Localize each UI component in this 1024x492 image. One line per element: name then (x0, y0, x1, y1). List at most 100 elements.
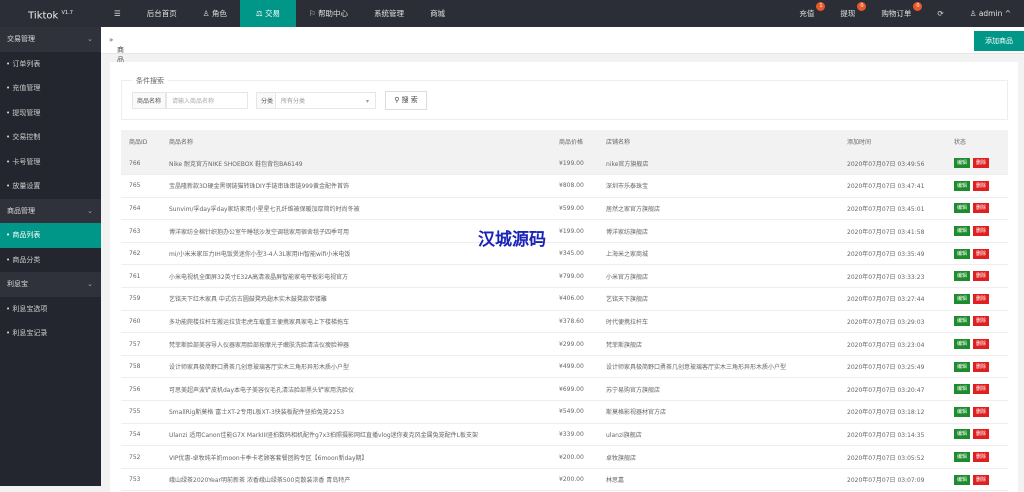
product-name-input[interactable]: 请输入商品名称 (166, 92, 248, 109)
nav-item[interactable]: 后台首页 (134, 0, 190, 27)
sidebar-item[interactable]: • 利息宝选项 (0, 297, 101, 322)
sidebar-item[interactable]: • 订单列表 (0, 52, 101, 77)
category-value: 所有分类 (281, 98, 306, 105)
sidebar-group[interactable]: 交易管理 ⌄ (0, 27, 101, 52)
table-row: 752 VIP优惠-卓牧纯羊奶moon卡季卡老顾客套餐团购专区【6moon新day… (121, 445, 1008, 469)
nav-item[interactable]: 商城 (417, 0, 458, 27)
nav-icon: ♙ (202, 9, 212, 18)
edit-button[interactable]: 编辑 (954, 384, 970, 395)
delete-button[interactable]: 删除 (973, 203, 989, 214)
delete-button[interactable]: 删除 (973, 248, 989, 259)
user-icon: ♙ (969, 9, 979, 18)
edit-button[interactable]: 编辑 (954, 226, 970, 237)
menu-toggle-icon[interactable]: ☰ (101, 0, 134, 27)
nav-item[interactable]: 系统管理 (361, 0, 417, 27)
edit-button[interactable]: 编辑 (954, 271, 970, 282)
sidebar-item-label: 商品列表 (12, 231, 41, 239)
column-header: 状态 (946, 130, 1008, 152)
edit-button[interactable]: 编辑 (954, 293, 970, 304)
nav-item-label: 帮助中心 (318, 9, 349, 18)
product-price: ¥699.00 (551, 377, 598, 402)
edit-button[interactable]: 编辑 (954, 158, 970, 169)
added-time: 2020年07月07日 03:33:23 (839, 264, 946, 289)
orders-link[interactable]: 购物订单 0 (868, 0, 924, 27)
recharge-label: 充值 (799, 9, 815, 18)
sidebar-item[interactable]: • 充值管理 (0, 76, 101, 101)
nav-item[interactable]: ⚖ 交易 (239, 0, 296, 27)
search-fieldset: 条件搜索 商品名称 请输入商品名称 分类 所有分类 ▾ ⚲ 搜 索 (121, 76, 1008, 120)
table-row: 765 宝晶隆新款3D硬金黑钢链猫转珠DIY手链串珠串链999黄金配件首饰 ¥808… (121, 174, 1008, 198)
sidebar-item[interactable]: • 商品分类 (0, 248, 101, 273)
chevron-down-icon: ⌄ (87, 280, 93, 288)
user-menu[interactable]: ♙ admin ^ (957, 0, 1024, 27)
edit-button[interactable]: 编辑 (954, 316, 970, 327)
nav-icon: ⚖ (255, 9, 265, 18)
store-name: 小米官方旗舰店 (598, 264, 839, 289)
delete-button[interactable]: 删除 (973, 158, 989, 169)
orders-label: 购物订单 (881, 9, 912, 18)
delete-button[interactable]: 删除 (973, 452, 989, 463)
sidebar-item[interactable]: • 提现管理 (0, 101, 101, 126)
edit-button[interactable]: 编辑 (954, 361, 970, 372)
edit-button[interactable]: 编辑 (954, 452, 970, 463)
store-name: 卓牧旗舰店 (598, 445, 839, 469)
nav-item[interactable]: ⚐ 帮助中心 (296, 0, 361, 27)
product-name: 可思美超声波铲皮机day本电子美容仪毛孔清洁脸部黑头铲家用洗脸仪 (161, 377, 551, 402)
sidebar-group[interactable]: 利息宝 ⌄ (0, 272, 101, 297)
sidebar-item[interactable]: • 卡号管理 (0, 150, 101, 175)
product-price: ¥808.00 (551, 174, 598, 198)
product-name: Ulanzi 适用Canon佳能G7X MarkIII竖拍数码相机配件g7x3拍… (161, 423, 551, 447)
edit-button[interactable]: 编辑 (954, 429, 970, 440)
breadcrumb: » 商品管理 (109, 36, 124, 84)
delete-button[interactable]: 删除 (973, 293, 989, 304)
delete-button[interactable]: 删除 (973, 316, 989, 327)
sidebar-item[interactable]: • 利息宝记录 (0, 321, 101, 346)
sidebar-item-label: 利息宝记录 (12, 329, 48, 337)
delete-button[interactable]: 删除 (973, 429, 989, 440)
table-row: 766 Nike 耐克官方NIKE SHOEBOX 鞋包背包BA6149 ¥199.… (121, 152, 1008, 176)
edit-button[interactable]: 编辑 (954, 248, 970, 259)
withdraw-link[interactable]: 提现 0 (827, 0, 868, 27)
nav-item[interactable]: ♙ 角色 (190, 0, 240, 27)
edit-button[interactable]: 编辑 (954, 180, 970, 191)
chevron-down-icon: ▾ (365, 98, 369, 105)
nav-item-label: 商城 (430, 9, 446, 18)
added-time: 2020年07月07日 03:49:56 (839, 152, 946, 176)
edit-button[interactable]: 编辑 (954, 339, 970, 350)
edit-button[interactable]: 编辑 (954, 474, 970, 485)
nav-item-label: 角色 (211, 9, 227, 18)
status-actions: 编辑 删除 (946, 400, 1008, 424)
product-price: ¥549.00 (551, 400, 598, 424)
store-name: 苏宁易购官方旗舰店 (598, 377, 839, 402)
delete-button[interactable]: 删除 (973, 361, 989, 372)
sidebar-group[interactable]: 商品管理 ⌄ (0, 198, 101, 223)
edit-button[interactable]: 编辑 (954, 203, 970, 214)
sidebar-item[interactable]: • 放量设置 (0, 174, 101, 199)
sidebar-item[interactable]: • 交易控制 (0, 125, 101, 150)
edit-button[interactable]: 编辑 (954, 406, 970, 417)
delete-button[interactable]: 删除 (973, 474, 989, 485)
recharge-link[interactable]: 充值 1 (786, 0, 827, 27)
search-button[interactable]: ⚲ 搜 索 (385, 91, 427, 110)
withdraw-badge: 0 (857, 2, 867, 11)
added-time: 2020年07月07日 03:07:09 (839, 468, 946, 492)
store-name: 时代便携拉杆车 (598, 310, 839, 334)
delete-button[interactable]: 删除 (973, 226, 989, 237)
delete-button[interactable]: 删除 (973, 271, 989, 282)
delete-button[interactable]: 删除 (973, 180, 989, 191)
add-product-button[interactable]: 添加商品 (974, 31, 1024, 51)
category-select[interactable]: 所有分类 ▾ (275, 92, 376, 109)
sidebar-item[interactable]: • 商品列表 (0, 223, 101, 248)
product-id: 752 (121, 445, 161, 469)
refresh-icon[interactable]: ⟳ (924, 0, 956, 27)
status-actions: 编辑 删除 (946, 355, 1008, 379)
product-price: ¥199.00 (551, 152, 598, 176)
column-header: 商品ID (121, 130, 161, 152)
added-time: 2020年07月07日 03:29:03 (839, 310, 946, 334)
delete-button[interactable]: 删除 (973, 384, 989, 395)
delete-button[interactable]: 删除 (973, 339, 989, 350)
product-id: 758 (121, 355, 161, 379)
delete-button[interactable]: 删除 (973, 406, 989, 417)
table-row: 764 Sunvim/孚day孚day家纺家用小星星七孔纤维被保暖加厚简约时尚冬被… (121, 197, 1008, 221)
store-name: 上海米之家商城 (598, 242, 839, 266)
